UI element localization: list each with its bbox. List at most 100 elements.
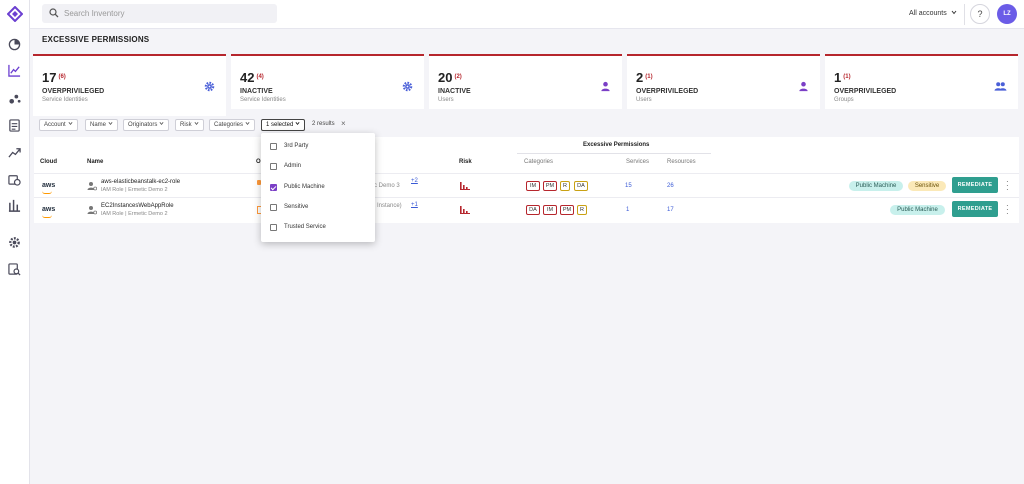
filter-risk[interactable]: Risk <box>175 119 204 131</box>
clear-filters-icon[interactable]: × <box>341 119 346 128</box>
option-label: Trusted Service <box>284 224 326 230</box>
more-options-icon[interactable]: · · · <box>1006 178 1009 194</box>
remediate-button[interactable]: REMEDIATE <box>952 177 998 193</box>
resources-count-link[interactable]: 26 <box>667 183 674 189</box>
checkbox[interactable] <box>270 163 277 170</box>
reports-icon[interactable] <box>8 119 21 132</box>
col-name[interactable]: Name <box>87 159 103 165</box>
table-row[interactable]: aws aws-elasticbeanstalk-ec2-role IAM Ro… <box>34 173 1019 197</box>
col-originators[interactable]: O <box>256 159 261 165</box>
gear-icon <box>204 81 215 92</box>
filter-name[interactable]: Name <box>85 119 119 131</box>
category-badge: DA <box>526 205 540 215</box>
option-label: Sensitive <box>284 204 309 210</box>
card-sub-count: (1) <box>645 74 653 80</box>
search-input[interactable] <box>64 6 264 21</box>
search-icon <box>49 8 59 18</box>
col-categories[interactable]: Categories <box>524 159 553 165</box>
search-box[interactable] <box>42 4 277 23</box>
page-title: EXCESSIVE PERMISSIONS <box>42 35 150 44</box>
option-label: Admin <box>284 163 302 169</box>
services-count-link[interactable]: 15 <box>625 183 632 189</box>
user-icon <box>601 81 610 92</box>
services-count-link[interactable]: 1 <box>626 207 629 213</box>
remediate-button[interactable]: REMEDIATE <box>952 201 998 217</box>
filter-tags-selected[interactable]: 1 selected <box>261 119 306 131</box>
tag-public-machine: Public Machine <box>849 181 903 191</box>
chip-label: Categories <box>214 122 244 128</box>
dashboard-icon[interactable] <box>8 38 21 51</box>
aws-logo-icon: aws <box>42 182 56 194</box>
card-desc: Users <box>438 97 454 103</box>
analytics-icon[interactable] <box>8 64 21 77</box>
group-header-line <box>517 153 711 154</box>
resources-count-link[interactable]: 17 <box>667 207 674 213</box>
card-overprivileged-groups[interactable]: 1 (1) OVERPRIVILEGED Groups <box>825 54 1018 109</box>
accounts-label: All accounts <box>909 10 947 17</box>
col-cloud[interactable]: Cloud <box>40 159 57 165</box>
card-overprivileged-users[interactable]: 2 (1) OVERPRIVILEGED Users <box>627 54 820 109</box>
compliance-icon[interactable] <box>8 173 21 186</box>
chevron-down-icon <box>159 121 164 126</box>
dropdown-option-public-machine[interactable]: Public Machine <box>261 178 375 198</box>
originator-more-link[interactable]: +2 <box>411 178 418 184</box>
user-icon <box>799 81 808 92</box>
dropdown-option-3rd-party[interactable]: 3rd Party <box>261 137 375 157</box>
findings-icon[interactable] <box>8 92 21 105</box>
chip-label: 1 selected <box>266 122 294 128</box>
col-risk[interactable]: Risk <box>459 159 472 165</box>
trends-icon[interactable] <box>8 146 21 159</box>
checkbox[interactable] <box>270 143 277 150</box>
category-badge: IM <box>526 181 540 191</box>
filter-originators[interactable]: Originators <box>123 119 170 131</box>
checkbox-checked[interactable] <box>270 184 277 191</box>
chevron-down-icon <box>295 121 300 126</box>
divider <box>964 4 965 25</box>
sidebar <box>0 0 30 484</box>
dropdown-option-sensitive[interactable]: Sensitive <box>261 198 375 218</box>
card-overprivileged-service-identities[interactable]: 17 (6) OVERPRIVILEGED Service Identities <box>33 54 226 116</box>
chevron-down-icon <box>245 121 250 126</box>
category-badge: PM <box>543 181 557 191</box>
tag-sensitive: Sensitive <box>908 181 946 191</box>
category-badge: R <box>560 181 570 191</box>
identity-name[interactable]: aws-elasticbeanstalk-ec2-role <box>101 179 180 185</box>
identity-type: IAM Role | Ermetic Demo 2 <box>101 211 168 217</box>
aws-logo-icon: aws <box>42 206 56 218</box>
card-label: INACTIVE <box>240 88 273 95</box>
top-bar: All accounts ? LZ <box>30 0 1024 29</box>
chevron-down-icon <box>194 121 199 126</box>
checkbox[interactable] <box>270 224 277 231</box>
bar-chart-icon[interactable] <box>8 199 21 212</box>
results-count: 2 results <box>312 121 335 127</box>
chip-label: Name <box>90 122 107 128</box>
identity-type: IAM Role | Ermetic Demo 2 <box>101 187 168 193</box>
card-inactive-service-identities[interactable]: 42 (4) INACTIVE Service Identities <box>231 54 424 109</box>
col-services[interactable]: Services <box>626 159 649 165</box>
checkbox[interactable] <box>270 204 277 211</box>
option-label: 3rd Party <box>284 143 309 149</box>
audit-search-icon[interactable] <box>8 263 21 276</box>
dropdown-option-admin[interactable]: Admin <box>261 157 375 177</box>
chevron-down-icon <box>951 10 957 15</box>
accounts-selector[interactable]: All accounts <box>909 10 957 17</box>
card-sub-count: (6) <box>58 74 66 80</box>
identity-name[interactable]: EC2InstancesWebAppRole <box>101 203 174 209</box>
chip-label: Originators <box>128 122 158 128</box>
filter-categories[interactable]: Categories <box>209 119 256 131</box>
more-options-icon[interactable]: · · · <box>1006 202 1009 218</box>
help-button[interactable]: ? <box>970 4 990 24</box>
card-count: 42 <box>240 70 255 85</box>
dropdown-option-trusted-service[interactable]: Trusted Service <box>261 218 375 238</box>
filter-account[interactable]: Account <box>39 119 78 131</box>
category-badge: R <box>577 205 587 215</box>
tag-public-machine: Public Machine <box>890 205 945 215</box>
col-resources[interactable]: Resources <box>667 159 696 165</box>
user-avatar[interactable]: LZ <box>997 4 1017 24</box>
app-logo-icon[interactable] <box>7 6 23 22</box>
originator-more-link[interactable]: +1 <box>411 202 418 208</box>
originator-text: tic Demo 3 <box>371 183 400 189</box>
card-inactive-users[interactable]: 20 (2) INACTIVE Users <box>429 54 622 109</box>
settings-gear-icon[interactable] <box>8 236 21 249</box>
table-row[interactable]: aws EC2InstancesWebAppRole IAM Role | Er… <box>34 197 1019 221</box>
